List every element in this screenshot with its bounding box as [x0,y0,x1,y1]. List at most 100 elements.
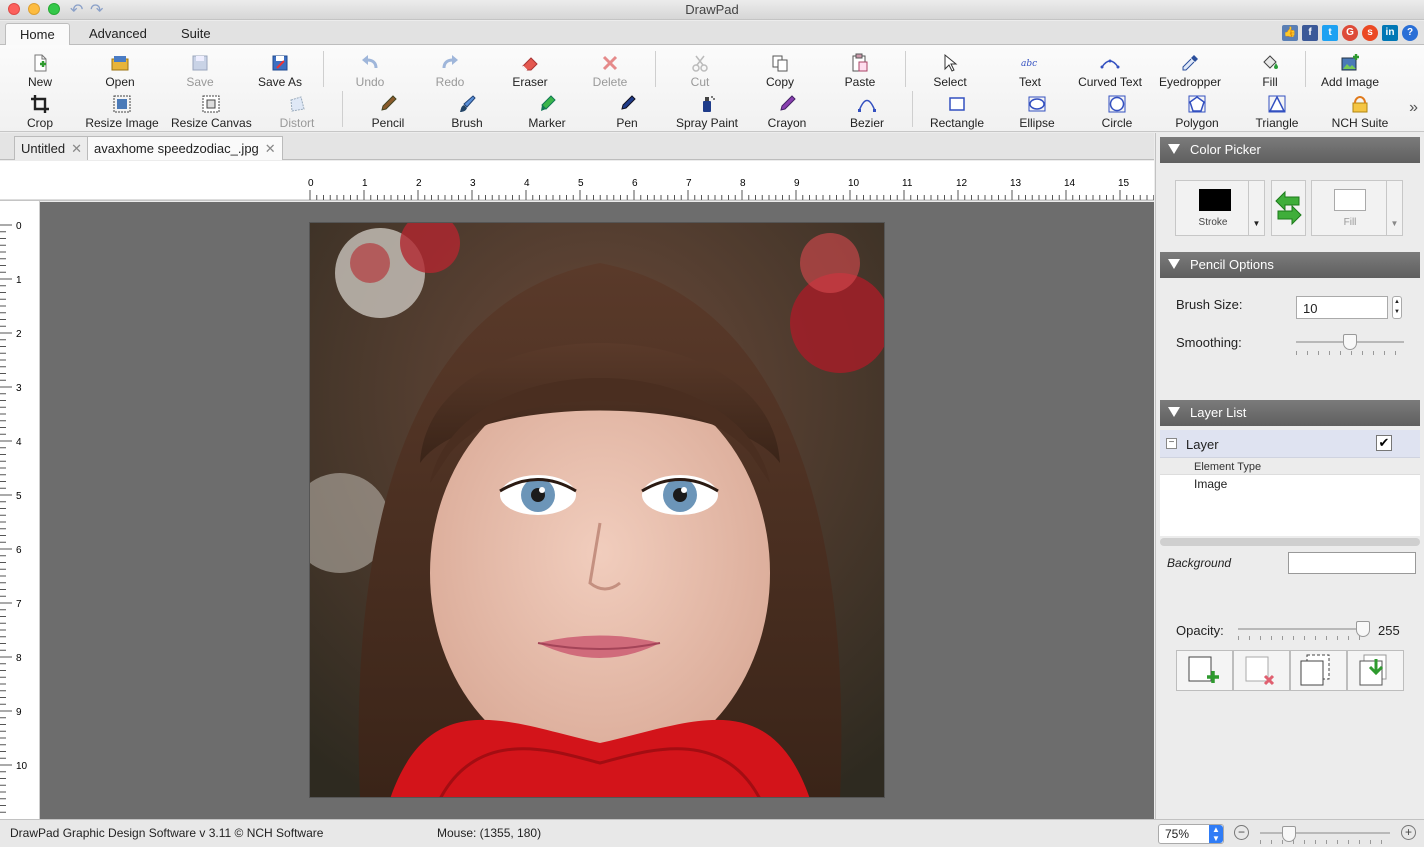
ellipse-button[interactable]: Ellipse [997,90,1077,130]
close-tab-icon[interactable]: ✕ [265,141,276,156]
nch-suite-button[interactable]: NCH Suite [1320,90,1400,130]
thumbs-up-icon[interactable]: 👍 [1282,25,1298,41]
duplicate-layer-icon [1300,654,1330,686]
twitter-icon[interactable]: t [1322,25,1338,41]
google-plus-icon[interactable]: G [1342,25,1358,41]
fill-button[interactable]: Fill [1230,49,1310,89]
pen-button[interactable]: Pen [587,90,667,130]
ruler-label: 1 [362,178,368,189]
ruler-label: 2 [416,178,422,189]
crop-button[interactable]: Crop [0,90,80,130]
tab-home[interactable]: Home [5,23,70,47]
select-button[interactable]: Select [910,49,990,89]
redo-button[interactable]: Redo [410,49,490,89]
new-button[interactable]: New [0,49,80,89]
zoom-in-button[interactable]: + [1401,825,1416,840]
right-panel: Color Picker Stroke ▼ Fill ▼ Pencil Opti… [1155,133,1424,819]
opacity-slider-track[interactable] [1238,628,1363,630]
help-icon[interactable]: ? [1402,25,1418,41]
stumbleupon-icon[interactable]: s [1362,25,1378,41]
collapse-minus-icon[interactable]: − [1166,438,1177,449]
layer-row[interactable]: − Layer ✔ [1160,430,1420,458]
add-layer-button[interactable] [1176,650,1233,691]
brush-size-input[interactable]: 10 [1296,296,1388,319]
fill-dropdown-chevron-icon[interactable]: ▼ [1386,181,1402,235]
smoothing-slider-ticks [1296,351,1404,355]
ruler-label: 7 [686,178,692,189]
stroke-dropdown-chevron-icon[interactable]: ▼ [1248,181,1264,235]
open-button[interactable]: Open [80,49,160,89]
resize-image-button[interactable]: Resize Image [82,90,162,130]
layer-element-type: Image [1194,477,1228,491]
polygon-button[interactable]: Polygon [1157,90,1237,130]
resize-canvas-button[interactable]: Resize Canvas [171,90,252,130]
brush-size-stepper[interactable]: ▲ ▼ [1392,296,1402,319]
layer-visible-checkbox[interactable]: ✔ [1376,435,1392,451]
element-type-header: Element Type [1194,461,1262,473]
copy-button[interactable]: Copy [740,49,820,89]
ruler-label: 6 [632,178,638,189]
ruler-label: 6 [16,545,22,556]
doc-tab-image[interactable]: avaxhome speedzodiac_.jpg ✕ [87,136,283,160]
pencil-button[interactable]: Pencil [348,90,428,130]
eraser-icon [522,57,538,71]
close-tab-icon[interactable]: ✕ [71,141,82,156]
fill-color-button[interactable]: Fill ▼ [1311,180,1403,236]
bezier-button[interactable]: Bezier [827,90,907,130]
delete-layer-button[interactable] [1233,650,1290,691]
tab-advanced[interactable]: Advanced [75,23,161,45]
brush-button[interactable]: Brush [427,90,507,130]
layer-list-scrollbar[interactable] [1160,538,1420,546]
opacity-label: Opacity: [1176,623,1224,638]
linkedin-icon[interactable]: in [1382,25,1398,41]
cut-button[interactable]: Cut [660,49,740,89]
doc-tab-untitled[interactable]: Untitled ✕ [14,136,89,160]
smoothing-slider-thumb[interactable] [1343,334,1357,350]
crayon-button[interactable]: Crayon [747,90,827,130]
collapse-triangle-icon[interactable] [1168,259,1180,269]
rectangle-button[interactable]: Rectangle [917,90,997,130]
window-title: DrawPad [685,2,739,17]
opacity-slider-thumb[interactable] [1356,621,1370,637]
pencil-options-header[interactable]: Pencil Options [1160,252,1420,278]
image-element[interactable] [309,222,885,798]
duplicate-layer-button[interactable] [1290,650,1347,691]
marker-button[interactable]: Marker [507,90,587,130]
eyedropper-button[interactable]: Eyedropper [1150,49,1230,89]
eraser-button[interactable]: Eraser [490,49,570,89]
drawing-canvas-area[interactable] [40,202,1154,819]
layer-list-header[interactable]: Layer List [1160,400,1420,426]
stroke-color-button[interactable]: Stroke ▼ [1175,180,1265,236]
triangle-button[interactable]: Triangle [1237,90,1317,130]
background-label: Background [1167,556,1232,570]
marker-icon [541,95,556,111]
spray-paint-button[interactable]: Spray Paint [667,90,747,130]
text-button[interactable]: abc Text [990,49,1070,89]
background-color-field[interactable] [1288,552,1416,574]
zoom-select[interactable]: 75% ▲ ▼ [1158,824,1224,844]
save-as-icon [272,55,288,71]
collapse-triangle-icon[interactable] [1168,407,1180,417]
zoom-slider-track[interactable] [1260,832,1390,834]
curved-text-button[interactable]: Curved Text [1070,49,1150,89]
curved-text-icon [1100,59,1120,69]
delete-button[interactable]: Delete [570,49,650,89]
undo-button[interactable]: Undo [330,49,410,89]
save-as-button[interactable]: Save As [240,49,320,89]
more-tools-chevron-icon[interactable]: » [1409,99,1418,117]
color-picker-header[interactable]: Color Picker [1160,137,1420,163]
paste-button[interactable]: Paste [820,49,900,89]
paste-icon [852,53,868,72]
add-image-button[interactable]: Add Image [1310,49,1390,89]
bezier-icon [858,99,876,112]
facebook-icon[interactable]: f [1302,25,1318,41]
zoom-out-button[interactable]: − [1234,825,1249,840]
zoom-slider-thumb[interactable] [1282,826,1296,842]
circle-button[interactable]: Circle [1077,90,1157,130]
distort-button[interactable]: Distort [257,90,337,130]
swap-colors-button[interactable] [1271,180,1306,236]
collapse-triangle-icon[interactable] [1168,144,1180,154]
merge-layer-button[interactable] [1347,650,1404,691]
tab-suite[interactable]: Suite [167,23,225,45]
save-button[interactable]: Save [160,49,240,89]
